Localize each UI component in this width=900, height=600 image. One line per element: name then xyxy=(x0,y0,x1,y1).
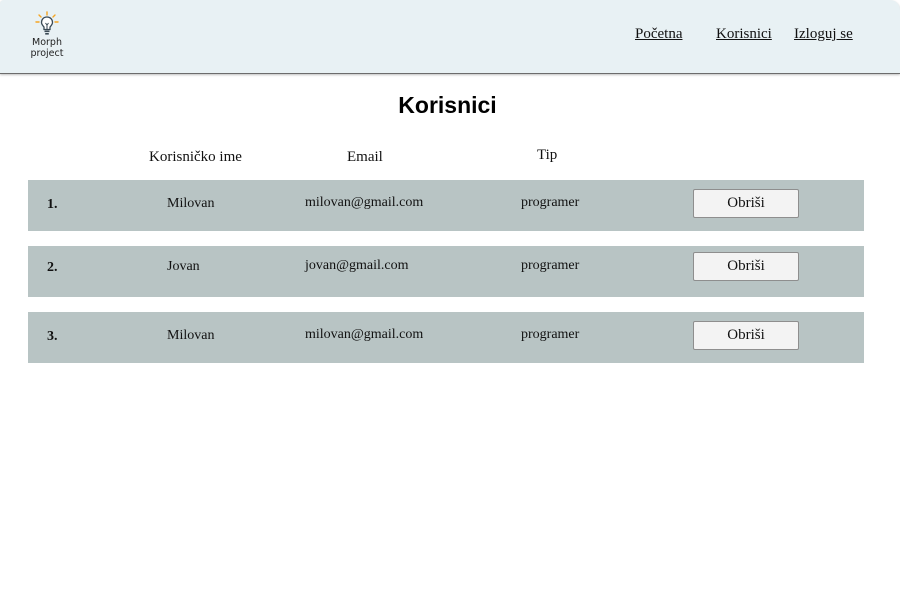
row-username: Milovan xyxy=(167,328,215,343)
row-type: programer xyxy=(521,258,580,273)
logo-line-1: Morph xyxy=(32,37,62,48)
table-row: 2. Jovan jovan@gmail.com programer Obriš… xyxy=(28,246,864,297)
row-type: programer xyxy=(521,327,580,342)
header-username: Korisničko ime xyxy=(149,149,242,165)
row-number: 1. xyxy=(47,197,58,212)
row-username: Milovan xyxy=(167,196,215,211)
row-email: milovan@gmail.com xyxy=(305,327,424,342)
row-type: programer xyxy=(521,195,580,210)
page-title: Korisnici xyxy=(398,92,497,118)
delete-button[interactable]: Obriši xyxy=(693,321,799,350)
delete-button[interactable]: Obriši xyxy=(693,189,799,218)
delete-button[interactable]: Obriši xyxy=(693,252,799,281)
header-type: Tip xyxy=(537,147,558,163)
nav-link-users[interactable]: Korisnici xyxy=(716,26,772,43)
logo-line-2: project xyxy=(30,48,64,59)
row-email: jovan@gmail.com xyxy=(305,258,409,273)
table-row: 3. Milovan milovan@gmail.com programer O… xyxy=(28,312,864,363)
nav-link-home[interactable]: Početna xyxy=(635,26,682,43)
lightbulb-icon xyxy=(35,11,59,35)
table-row: 1. Milovan milovan@gmail.com programer O… xyxy=(28,180,864,231)
logo-text: Morph project xyxy=(28,37,66,59)
row-number: 2. xyxy=(47,260,58,275)
row-username: Jovan xyxy=(167,259,200,274)
logo[interactable]: Morph project xyxy=(28,11,68,61)
row-number: 3. xyxy=(47,329,58,344)
nav-link-logout[interactable]: Izloguj se xyxy=(794,26,853,43)
header-email: Email xyxy=(347,149,383,165)
row-email: milovan@gmail.com xyxy=(305,195,424,210)
navbar: Morph project Početna Korisnici Izloguj … xyxy=(0,0,900,74)
